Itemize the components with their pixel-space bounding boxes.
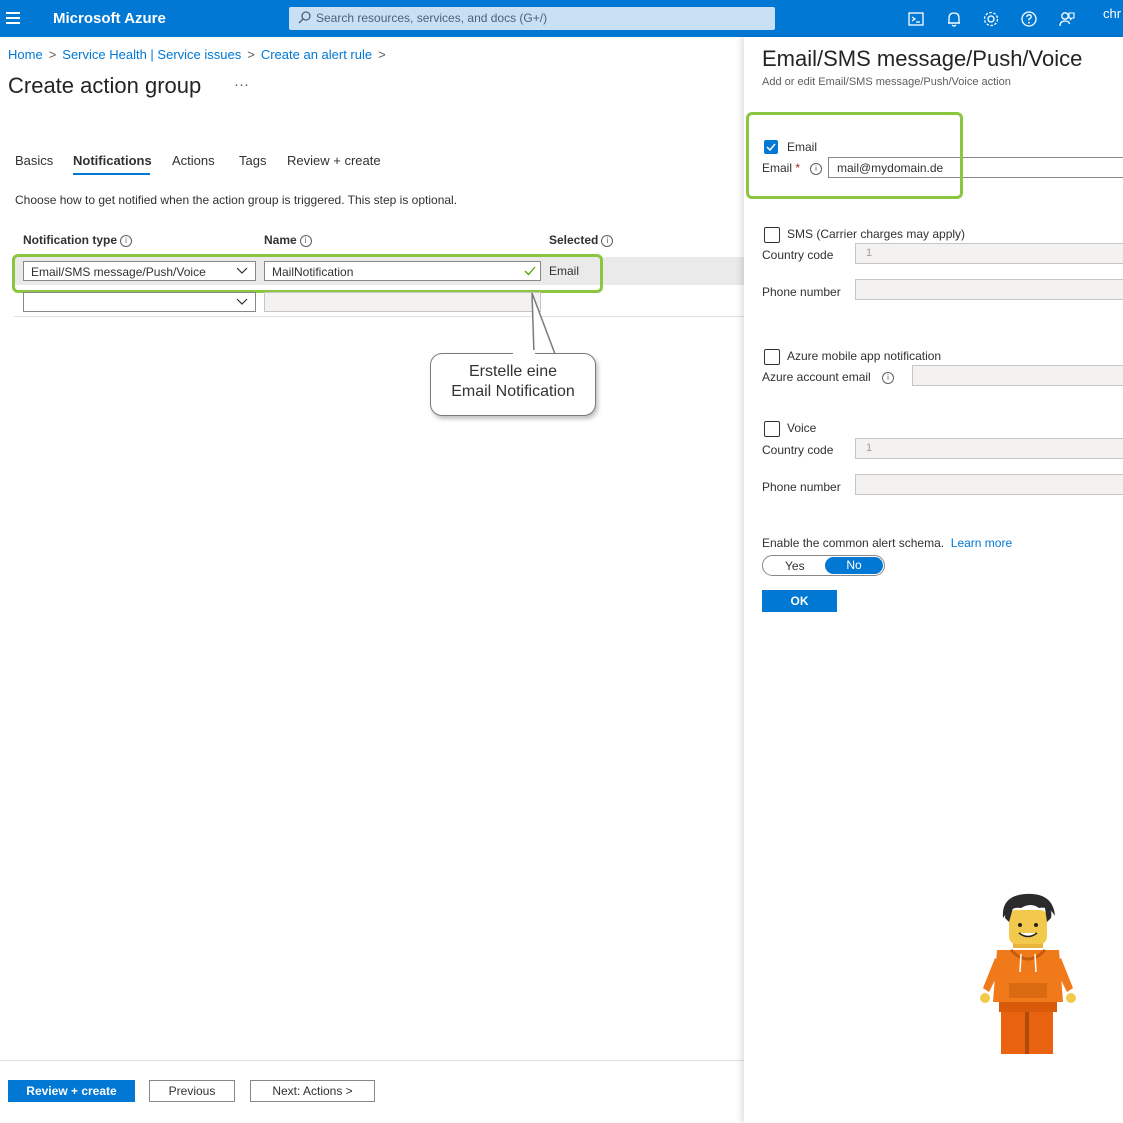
column-header-name: Name i [264, 233, 312, 247]
gear-icon[interactable] [981, 9, 1001, 29]
voice-phone-number-input[interactable] [855, 474, 1123, 495]
sms-country-code-input[interactable]: 1 [855, 243, 1123, 264]
lego-minifigure-illustration [980, 893, 1076, 1054]
top-bar: Microsoft Azure Search resources, servic… [0, 0, 1123, 37]
learn-more-link[interactable]: Learn more [951, 536, 1012, 550]
ok-button[interactable]: OK [762, 590, 837, 612]
panel-title: Email/SMS message/Push/Voice [762, 46, 1083, 71]
voice-checkbox-label: Voice [787, 421, 817, 435]
azure-account-email-input[interactable] [912, 365, 1123, 386]
callout-joint [513, 350, 535, 354]
previous-button[interactable]: Previous [149, 1080, 235, 1102]
sms-checkbox-label: SMS (Carrier charges may apply) [787, 227, 966, 241]
review-create-button[interactable]: Review + create [8, 1080, 135, 1102]
common-alert-schema-toggle[interactable]: Yes No [762, 555, 885, 576]
next-actions-button[interactable]: Next: Actions > [250, 1080, 375, 1102]
push-notification-checkbox-label: Azure mobile app notification [787, 349, 942, 363]
sms-phone-number-label: Phone number [762, 285, 841, 299]
hamburger-menu-icon[interactable] [6, 9, 20, 27]
feedback-icon[interactable] [1057, 9, 1077, 29]
info-icon[interactable]: i [299, 235, 312, 247]
voice-checkbox[interactable] [764, 421, 780, 437]
push-notification-checkbox[interactable] [764, 349, 780, 365]
page-title: Create action group [8, 73, 202, 98]
tab-review-create[interactable]: Review + create [287, 153, 381, 168]
info-icon[interactable]: i [882, 372, 894, 384]
column-header-selected: Selected i [549, 233, 614, 247]
chevron-right-icon: > [48, 47, 57, 62]
column-header-notification-type: Notification type i [23, 233, 133, 247]
chevron-down-icon [236, 298, 248, 305]
global-search-input[interactable]: Search resources, services, and docs (G+… [289, 7, 775, 30]
notification-name-input-empty[interactable] [264, 292, 541, 312]
bell-icon[interactable] [944, 9, 964, 29]
tab-basics[interactable]: Basics [15, 153, 53, 168]
cloud-shell-icon[interactable] [906, 9, 926, 29]
highlight-box [12, 254, 603, 293]
voice-country-code-input[interactable]: 1 [855, 438, 1123, 459]
callout-pointer [531, 292, 557, 355]
info-icon[interactable]: i [120, 235, 133, 247]
more-options-icon[interactable]: ··· [234, 76, 249, 93]
common-alert-schema-label: Enable the common alert schema. Learn mo… [762, 536, 1013, 550]
chevron-right-icon: > [378, 47, 386, 62]
toggle-yes-option[interactable]: Yes [785, 559, 805, 573]
breadcrumb: Home > Service Health | Service issues > Cre… [8, 47, 392, 62]
search-placeholder: Search resources, services, and docs (G+… [316, 11, 548, 25]
tab-notifications[interactable]: Notifications [73, 153, 152, 168]
callout-line-1: Erstelle eine [468, 363, 558, 380]
row-divider [14, 316, 744, 317]
breadcrumb-service-health[interactable]: Service Health | Service issues [62, 47, 241, 62]
sms-country-code-label: Country code [762, 248, 834, 262]
sms-phone-number-input[interactable] [855, 279, 1123, 300]
azure-account-email-label: Azure account email [762, 370, 871, 384]
sms-checkbox[interactable] [764, 227, 780, 243]
notifications-description: Choose how to get notified when the acti… [15, 193, 458, 207]
highlight-box [746, 112, 963, 199]
brand-title[interactable]: Microsoft Azure [53, 10, 166, 27]
footer-divider [0, 1060, 744, 1061]
tab-actions[interactable]: Actions [172, 153, 215, 168]
info-icon[interactable]: i [601, 235, 614, 247]
breadcrumb-create-alert-rule[interactable]: Create an alert rule [261, 47, 372, 62]
search-icon [298, 11, 311, 24]
chevron-right-icon: > [247, 47, 255, 62]
tab-tags[interactable]: Tags [239, 153, 266, 168]
notification-type-dropdown-empty[interactable] [23, 292, 256, 312]
callout-line-2: Email Notification [451, 383, 575, 400]
breadcrumb-home[interactable]: Home [8, 47, 43, 62]
toggle-no-option[interactable]: No [825, 557, 883, 574]
user-account[interactable]: chr [1103, 6, 1121, 21]
voice-phone-number-label: Phone number [762, 480, 841, 494]
annotation-callout: Erstelle eine Email Notification [430, 353, 596, 416]
active-tab-indicator [73, 173, 150, 175]
panel-subtitle: Add or edit Email/SMS message/Push/Voice… [762, 76, 1011, 88]
help-icon[interactable] [1019, 9, 1039, 29]
voice-country-code-label: Country code [762, 443, 834, 457]
